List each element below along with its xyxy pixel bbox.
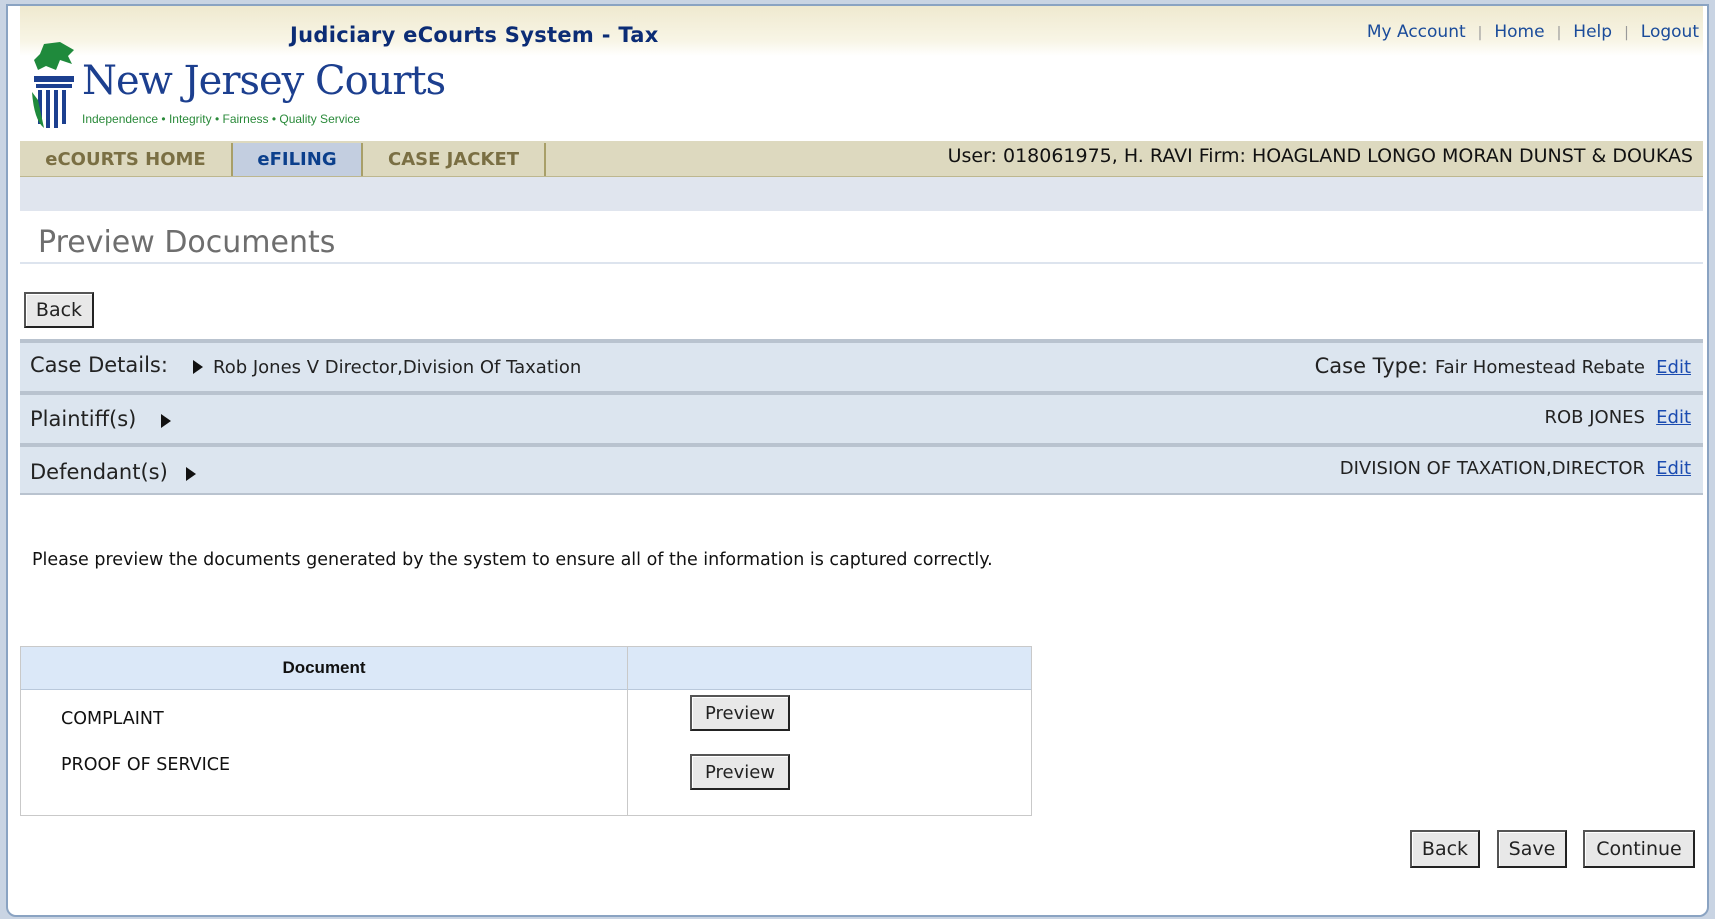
preview-proof-of-service-button[interactable]: Preview	[690, 754, 790, 790]
sub-nav-bar	[20, 177, 1703, 211]
logout-link[interactable]: Logout	[1641, 22, 1699, 42]
tab-efiling[interactable]: eFILING	[233, 143, 363, 176]
home-link[interactable]: Home	[1494, 22, 1544, 42]
instructions-text: Please preview the documents generated b…	[32, 550, 993, 570]
case-type-value: Fair Homestead Rebate	[1434, 357, 1645, 378]
page-title: Preview Documents	[38, 225, 336, 260]
plaintiff-name: ROB JONES	[1544, 407, 1646, 428]
defendants-row: Defendant(s) DIVISION OF TAXATION,DIRECT…	[20, 443, 1703, 495]
expand-triangle-icon[interactable]	[161, 414, 171, 428]
main-nav: eCOURTS HOME eFILING CASE JACKET User: 0…	[20, 141, 1703, 177]
top-links: My Account | Home | Help | Logout	[1367, 22, 1699, 42]
table-header: Document	[21, 647, 1031, 690]
plaintiffs-edit-link[interactable]: Edit	[1656, 407, 1691, 428]
case-type-label: Case Type:	[1314, 354, 1428, 378]
document-name: PROOF OF SERVICE	[61, 755, 231, 775]
documents-table: Document COMPLAINT Preview PROOF OF SERV…	[20, 646, 1032, 816]
help-link[interactable]: Help	[1573, 22, 1612, 42]
logo-wordmark: New Jersey Courts	[82, 58, 446, 104]
plaintiffs-label: Plaintiff(s)	[30, 407, 137, 431]
document-column-header: Document	[282, 658, 366, 677]
courthouse-logo-icon	[32, 42, 74, 128]
link-separator: |	[1556, 25, 1562, 41]
defendants-edit-link[interactable]: Edit	[1656, 458, 1691, 479]
page-container: Judiciary eCourts System - Tax My Accoun…	[20, 6, 1703, 915]
continue-button[interactable]: Continue	[1583, 830, 1695, 868]
defendant-name: DIVISION OF TAXATION,DIRECTOR	[1339, 458, 1645, 479]
plaintiffs-row: Plaintiff(s) ROB JONES Edit	[20, 391, 1703, 443]
nj-courts-logo[interactable]: New Jersey Courts Independence • Integri…	[30, 40, 446, 136]
title-divider	[20, 262, 1703, 264]
header: Judiciary eCourts System - Tax My Accoun…	[20, 6, 1703, 141]
defendants-label: Defendant(s)	[30, 460, 168, 484]
user-firm-info: User: 018061975, H. RAVI Firm: HOAGLAND …	[947, 145, 1693, 167]
tab-case-jacket[interactable]: CASE JACKET	[363, 143, 546, 176]
link-separator: |	[1477, 25, 1483, 41]
tab-ecourts-home[interactable]: eCOURTS HOME	[20, 143, 233, 176]
expand-triangle-icon[interactable]	[193, 360, 203, 374]
expand-triangle-icon[interactable]	[186, 467, 196, 481]
back-button[interactable]: Back	[1410, 830, 1480, 868]
back-button-top[interactable]: Back	[24, 292, 94, 328]
my-account-link[interactable]: My Account	[1367, 22, 1466, 42]
logo-tagline: Independence • Integrity • Fairness • Qu…	[82, 112, 361, 126]
document-name: COMPLAINT	[61, 709, 164, 729]
browser-frame: Judiciary eCourts System - Tax My Accoun…	[6, 4, 1709, 917]
case-details-row: Case Details: Rob Jones V Director,Divis…	[20, 339, 1703, 391]
preview-complaint-button[interactable]: Preview	[690, 695, 790, 731]
case-details-label: Case Details:	[30, 353, 168, 377]
column-divider	[627, 647, 628, 815]
case-details-edit-link[interactable]: Edit	[1656, 357, 1691, 378]
link-separator: |	[1624, 25, 1629, 41]
save-button[interactable]: Save	[1497, 830, 1567, 868]
case-title: Rob Jones V Director,Division Of Taxatio…	[213, 357, 582, 378]
